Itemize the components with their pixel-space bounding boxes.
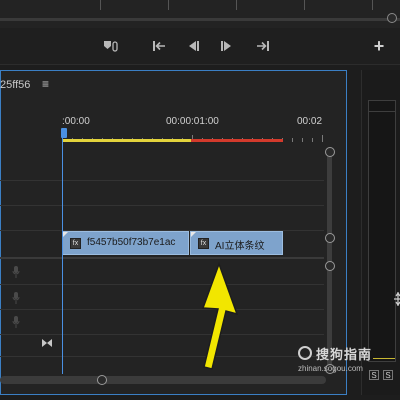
- step-forward-icon[interactable]: [218, 37, 236, 55]
- watermark-url: zhinan.sogou.com: [298, 364, 363, 373]
- microphone-icon[interactable]: [12, 292, 20, 304]
- clip-corner-marker: [63, 232, 68, 237]
- ruler-tick: [304, 0, 305, 10]
- audio-meter: [368, 100, 396, 362]
- scroll-knob[interactable]: [325, 147, 335, 157]
- ruler-tick: [302, 138, 303, 142]
- timecode-label: 00:00:01:00: [166, 116, 219, 127]
- video-clip[interactable]: fx f5457b50f73b7e1ac: [62, 231, 189, 255]
- scroll-knob[interactable]: [325, 261, 335, 271]
- clip-name: AI立体条纹: [215, 241, 265, 252]
- zoom-scroll-knob[interactable]: [97, 375, 107, 385]
- track-divider: [0, 205, 324, 206]
- microphone-icon[interactable]: [12, 316, 20, 328]
- video-clip[interactable]: fx AI立体条纹: [190, 231, 283, 255]
- resize-cursor-icon: [394, 292, 400, 306]
- step-back-icon[interactable]: [184, 37, 202, 55]
- ruler-tick: [322, 135, 323, 142]
- render-bar-needs-render: [191, 139, 283, 142]
- ruler-tick: [168, 0, 169, 10]
- horizontal-scrollbar[interactable]: [0, 376, 326, 384]
- ruler-tick: [312, 138, 313, 142]
- microphone-icon[interactable]: [12, 266, 20, 278]
- track-divider: [0, 180, 324, 181]
- fx-badge-icon: fx: [70, 238, 81, 249]
- sequence-tab-name[interactable]: 25ff56: [0, 79, 30, 91]
- fx-badge-icon: fx: [198, 238, 209, 249]
- clip-name: f5457b50f73b7e1ac: [87, 237, 176, 248]
- go-to-out-icon[interactable]: [254, 37, 272, 55]
- transport-controls: +: [0, 28, 400, 65]
- monitor-scroll-knob[interactable]: [387, 13, 397, 23]
- monitor-scrollbar[interactable]: [0, 18, 400, 21]
- go-to-in-icon[interactable]: [150, 37, 168, 55]
- ruler-tick: [100, 0, 101, 10]
- meter-level-line: [373, 358, 395, 359]
- master-track-icon[interactable]: [41, 338, 53, 348]
- scroll-knob[interactable]: [325, 233, 335, 243]
- ruler-tick: [372, 0, 373, 10]
- meter-header: [368, 100, 396, 112]
- audio-track-headers: [0, 258, 62, 374]
- playhead-line: [62, 138, 63, 374]
- timecode-label: 00:02: [297, 116, 323, 127]
- panel-menu-icon[interactable]: ≡: [42, 77, 49, 91]
- ruler-tick: [292, 138, 293, 142]
- playhead-handle[interactable]: [61, 128, 67, 138]
- clip-corner-marker: [191, 232, 196, 237]
- watermark-text: 搜狗指南: [316, 347, 373, 362]
- solo-button[interactable]: S: [369, 370, 379, 380]
- ruler-tick: [236, 0, 237, 10]
- render-bar-unrendered: [62, 139, 191, 142]
- watermark-logo-icon: [298, 346, 312, 360]
- solo-button[interactable]: S: [383, 370, 393, 380]
- marker-icon[interactable]: [102, 37, 120, 55]
- annotation-arrow: [201, 262, 239, 370]
- top-ruler: [0, 0, 400, 12]
- add-button-icon[interactable]: +: [370, 36, 388, 56]
- timecode-label: :00:00: [62, 116, 90, 127]
